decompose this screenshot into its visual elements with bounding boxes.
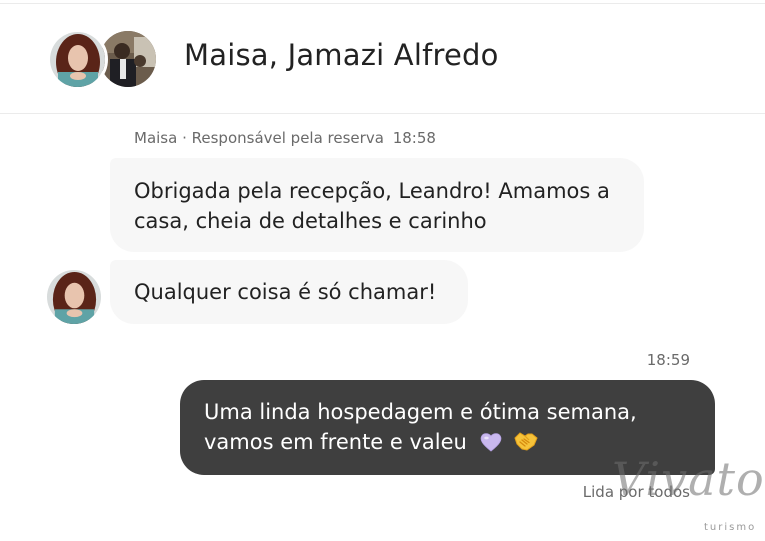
sender-role: · Responsável pela reserva (182, 129, 384, 147)
message-text: Uma linda hospedagem e ótima semana, vam… (204, 400, 637, 454)
message-text: Obrigada pela recepção, Leandro! Amamos … (134, 179, 610, 233)
chat-header: Maisa, Jamazi Alfredo (0, 4, 765, 114)
message-bubble-incoming[interactable]: Obrigada pela recepção, Leandro! Amamos … (110, 158, 644, 252)
avatar-maisa[interactable] (47, 270, 101, 324)
handshake-icon (514, 430, 538, 460)
message-bubble-outgoing[interactable]: Uma linda hospedagem e ótima semana, vam… (180, 380, 715, 475)
message-time: 18:58 (392, 129, 436, 147)
message-bubble-incoming[interactable]: Qualquer coisa é só chamar! (110, 260, 468, 324)
message-time: 18:59 (646, 351, 690, 369)
sender-label: Maisa (134, 129, 178, 147)
purple-heart-icon (480, 430, 502, 460)
avatar-maisa[interactable] (47, 29, 108, 90)
watermark-sub: turismo (704, 522, 757, 533)
read-receipt: Lida por todos (582, 483, 690, 501)
message-text: Qualquer coisa é só chamar! (134, 280, 437, 304)
conversation-title: Maisa, Jamazi Alfredo (184, 38, 499, 72)
message-meta: Maisa · Responsável pela reserva 18:58 (134, 129, 436, 147)
